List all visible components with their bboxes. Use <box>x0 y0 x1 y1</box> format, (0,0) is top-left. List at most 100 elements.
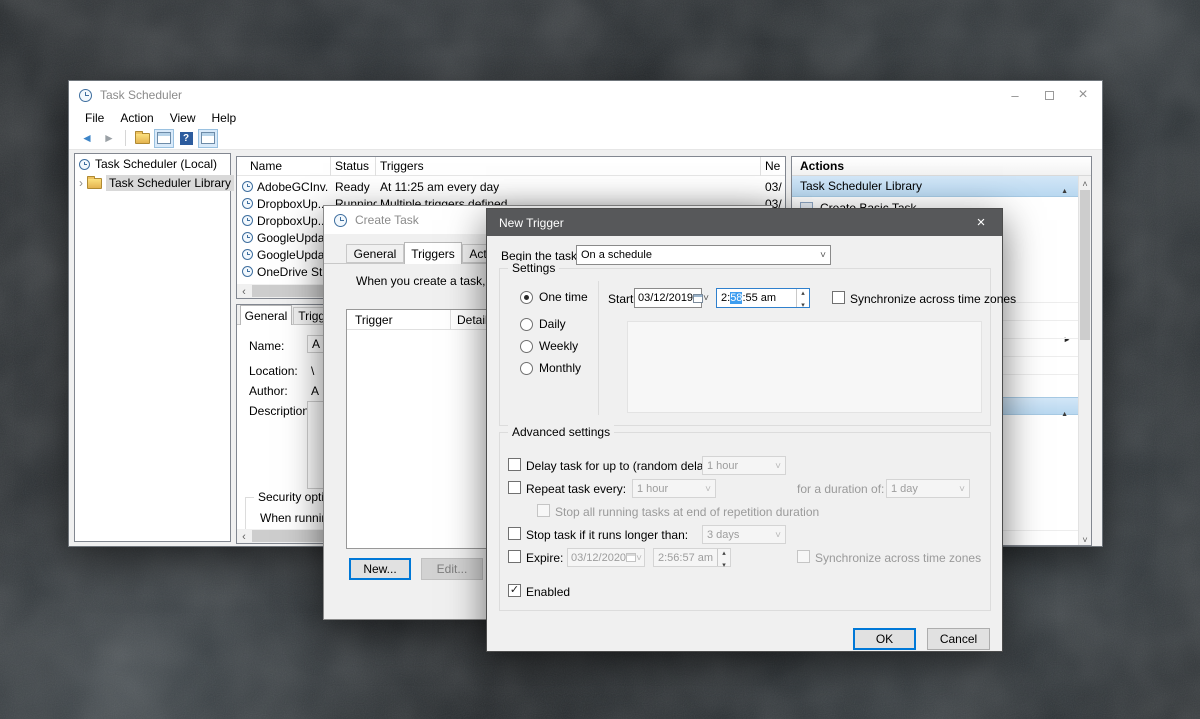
start-date-picker[interactable]: 03/12/2019 <box>634 288 704 308</box>
preview-description-label: Description: <box>249 404 313 418</box>
start-date-value: 03/12/2019 <box>638 292 694 304</box>
dialog-close-button[interactable] <box>960 209 1002 236</box>
edit-trigger-button[interactable]: Edit... <box>421 558 483 580</box>
start-time-field[interactable]: 2: 58:55 am <box>716 288 810 308</box>
column-triggers[interactable]: Triggers <box>380 159 424 173</box>
actions-library-section[interactable]: Task Scheduler Library <box>792 176 1078 197</box>
stop-if-longer-checkbox[interactable] <box>508 527 521 540</box>
open-folder-button[interactable] <box>132 129 152 148</box>
radio-daily-icon[interactable] <box>520 317 533 331</box>
actions-vscrollbar[interactable] <box>1078 176 1091 545</box>
expire-time-value: 2:56:57 am <box>658 551 714 564</box>
radio-daily[interactable]: Daily <box>520 317 566 331</box>
task-clock-icon <box>242 198 253 209</box>
actions-header: Actions <box>792 157 1091 176</box>
close-button[interactable] <box>1066 81 1100 109</box>
dropdown-arrow-icon <box>775 529 781 541</box>
stop-all-tasks-label: Stop all running tasks at end of repetit… <box>555 505 820 519</box>
delay-task-value: 1 hour <box>707 459 739 472</box>
sync-timezones-checkbox[interactable] <box>832 291 845 304</box>
action-pane-icon <box>201 132 215 144</box>
column-trigger[interactable]: Trigger <box>355 313 393 327</box>
column-next-run[interactable]: Ne <box>765 159 780 173</box>
back-button[interactable] <box>77 129 97 148</box>
radio-one-time-icon[interactable] <box>520 290 533 304</box>
preview-name-value: A <box>312 337 321 351</box>
column-divider[interactable] <box>330 157 331 176</box>
scroll-left-button[interactable] <box>237 284 251 298</box>
stop-all-tasks-checkbox <box>537 504 550 517</box>
create-task-tab-triggers[interactable]: Triggers <box>404 242 462 264</box>
minimize-icon <box>1011 88 1018 103</box>
column-detail[interactable]: Detail <box>457 313 488 327</box>
menu-help[interactable]: Help <box>212 111 237 125</box>
time-seconds: :55 am <box>742 292 777 304</box>
forward-button[interactable] <box>99 129 119 148</box>
close-icon <box>1078 86 1087 104</box>
column-status[interactable]: Status <box>335 159 369 173</box>
help-icon <box>179 131 193 145</box>
minimize-button[interactable] <box>998 81 1032 109</box>
forward-arrow-icon <box>103 129 115 147</box>
new-trigger-title-bar[interactable]: New Trigger <box>487 209 1002 236</box>
toolbar <box>69 127 1102 150</box>
tree-item-local-label: Task Scheduler (Local) <box>95 157 218 171</box>
time-spinner[interactable] <box>796 289 809 307</box>
toolbar-separator <box>125 130 126 146</box>
radio-weekly-icon[interactable] <box>520 339 533 353</box>
task-name: DropboxUp... <box>257 197 328 211</box>
radio-one-time[interactable]: One time <box>520 290 588 304</box>
start-label: Start: <box>608 292 637 306</box>
repeat-task-value: 1 hour <box>637 482 669 495</box>
menu-view[interactable]: View <box>170 111 196 125</box>
show-action-pane-button[interactable] <box>198 128 218 148</box>
tree-item-library[interactable]: Task Scheduler Library <box>79 174 235 192</box>
column-divider[interactable] <box>375 157 376 176</box>
schedule-options-panel <box>627 321 982 413</box>
create-task-tab-general[interactable]: General <box>346 244 404 263</box>
preview-tab-general[interactable]: General <box>240 305 292 325</box>
menu-file[interactable]: File <box>85 111 104 125</box>
radio-monthly[interactable]: Monthly <box>520 361 581 375</box>
preview-location-label: Location: <box>249 364 298 378</box>
task-name: AdobeGCInv... <box>257 180 329 194</box>
new-trigger-button[interactable]: New... <box>349 558 411 580</box>
spin-up-icon[interactable] <box>801 286 805 298</box>
help-button[interactable] <box>176 129 196 148</box>
collapse-icon[interactable] <box>1061 182 1068 196</box>
collapse-icon[interactable] <box>1061 403 1068 421</box>
scroll-up-button[interactable] <box>1079 176 1091 189</box>
column-divider[interactable] <box>450 310 451 330</box>
expander-icon[interactable] <box>79 174 83 192</box>
dropdown-arrow-icon <box>636 552 642 564</box>
scroll-down-button[interactable] <box>1079 532 1091 545</box>
menu-action[interactable]: Action <box>120 111 153 125</box>
scroll-left-button[interactable] <box>237 529 251 543</box>
radio-monthly-icon[interactable] <box>520 361 533 375</box>
preview-author-value: A <box>311 384 320 398</box>
begin-task-select[interactable]: On a schedule <box>576 245 831 265</box>
spin-down-icon[interactable] <box>801 298 805 310</box>
task-clock-icon <box>242 249 253 260</box>
stop-if-longer-select: 3 days <box>702 525 786 544</box>
expire-checkbox[interactable] <box>508 550 521 563</box>
column-name[interactable]: Name <box>250 159 282 173</box>
show-console-tree-button[interactable] <box>154 128 174 148</box>
title-bar[interactable]: Task Scheduler <box>69 81 1102 109</box>
column-divider[interactable] <box>760 157 761 176</box>
cancel-button[interactable]: Cancel <box>927 628 990 650</box>
enabled-checkbox[interactable] <box>508 584 521 597</box>
maximize-icon <box>1044 90 1054 100</box>
radio-one-time-label: One time <box>539 290 588 304</box>
scrollbar-thumb[interactable] <box>1080 190 1090 340</box>
tree-item-local[interactable]: Task Scheduler (Local) <box>79 157 217 171</box>
ok-button[interactable]: OK <box>853 628 916 650</box>
delay-task-checkbox[interactable] <box>508 458 521 471</box>
radio-weekly[interactable]: Weekly <box>520 339 578 353</box>
repeat-task-checkbox[interactable] <box>508 481 521 494</box>
task-row[interactable]: AdobeGCInv... Ready At 11:25 am every da… <box>237 179 785 196</box>
expire-time-field: 2:56:57 am <box>653 548 731 567</box>
dropdown-arrow-icon <box>703 292 709 304</box>
dropdown-arrow-icon <box>775 460 781 472</box>
maximize-button[interactable] <box>1032 81 1066 109</box>
